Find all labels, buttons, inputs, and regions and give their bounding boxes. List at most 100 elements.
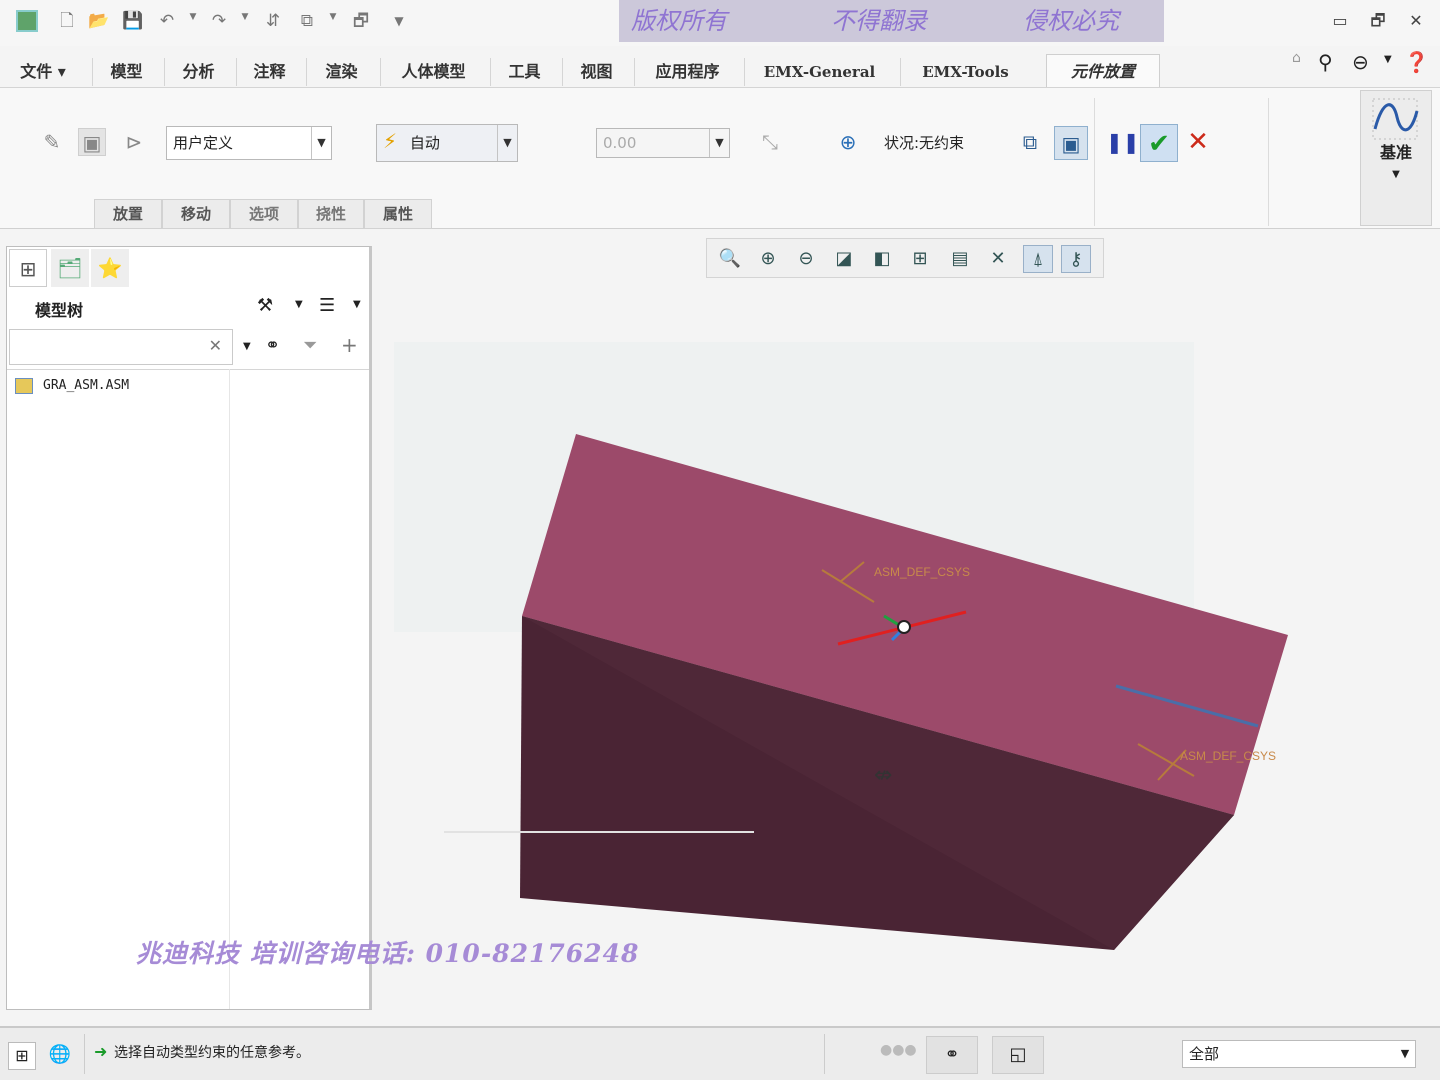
spin-center-icon[interactable]: ⚷ [1061, 245, 1091, 273]
tree-search-input[interactable]: ✕ [9, 329, 233, 365]
component-placement-ribbon: ✎ ▣ ⊳ 用户定义 ▼ ⚡ 自动 ▼ 0.00 ▼ ⤡ ⊕ 状况:无约束 ⧉ … [0, 87, 1440, 229]
watermark-text-2: 不得翻录 [831, 7, 927, 35]
divider [824, 1034, 825, 1074]
new-icon[interactable]: 🗋 [56, 10, 78, 32]
app-icon[interactable] [16, 10, 38, 32]
edit-definition-icon[interactable]: ✎ [38, 128, 66, 156]
connection-icon[interactable]: ⊳ [120, 128, 148, 156]
browser-icon[interactable]: 🌐 [46, 1042, 74, 1070]
favorites-tab-icon[interactable]: ⭐ [91, 249, 129, 287]
assembly-icon [15, 377, 33, 394]
undo-dropdown-icon[interactable]: ▼ [188, 12, 198, 22]
close-icon[interactable]: ✕ [1406, 10, 1426, 32]
settings-icon[interactable]: ⚒ [257, 295, 273, 316]
customize-icon[interactable]: ▼ [388, 10, 410, 32]
saved-orientations-icon[interactable]: ⊞ [905, 245, 935, 273]
community-icon[interactable]: ⊖ [1352, 50, 1369, 74]
graphics-window[interactable]: ASM_DEF_CSYS ASM_DEF_CSYS ⇎ [374, 280, 1440, 1020]
restore-icon[interactable]: 🗗 [1368, 10, 1388, 32]
constraint-set-select[interactable]: 用户定义 ▼ [166, 126, 332, 160]
tab-file[interactable]: 文件 ▾ [8, 58, 78, 86]
tab-component-placement[interactable]: 元件放置 [1046, 54, 1160, 88]
add-icon[interactable]: + [341, 333, 358, 357]
graphics-toolbar: 🔍 ⊕ ⊖ ◪ ◧ ⊞ ▤ ✕ ⍋ ⚷ [706, 238, 1104, 278]
tab-analysis[interactable]: 分析 [164, 58, 232, 86]
separate-window-icon[interactable]: ⧉ [1016, 128, 1044, 156]
divider [84, 1034, 85, 1074]
close-window-icon[interactable]: 🗗 [350, 10, 372, 32]
selection-window-icon[interactable]: ◱ [992, 1036, 1044, 1074]
move-button[interactable]: 移动 [162, 199, 230, 229]
clear-search-icon[interactable]: ✕ [209, 336, 222, 355]
windows-icon[interactable]: ⧉ [296, 10, 318, 32]
tab-tools[interactable]: 工具 [490, 58, 558, 86]
redo-dropdown-icon[interactable]: ▼ [240, 12, 250, 22]
ribbon-separator [1094, 98, 1095, 226]
assembly-window-icon[interactable]: ▣ [1054, 126, 1088, 160]
open-icon[interactable]: 📂 [88, 10, 110, 32]
model-tree-panel: ⊞ 🗂 ⭐ 模型树 ⚒ ▼ ☰ ▼ ✕ ▼ ⚭ ⏷ + GRA_ASM.ASM [6, 246, 372, 1010]
zoom-out-icon[interactable]: ⊖ [791, 245, 821, 273]
tree-item-root[interactable]: GRA_ASM.ASM [15, 375, 129, 397]
filter-icon[interactable]: ⏷ [303, 335, 317, 356]
tab-emx-general[interactable]: EMX-General [744, 58, 894, 86]
status-target-icon: ⊕ [839, 130, 857, 154]
regenerate-icon[interactable]: ⇵ [262, 10, 284, 32]
tab-annotate[interactable]: 注释 [236, 58, 302, 86]
collapse-ribbon-icon[interactable]: ⌂ [1292, 50, 1301, 66]
placement-button[interactable]: 放置 [94, 199, 162, 229]
tab-model[interactable]: 模型 [92, 58, 160, 86]
refit-icon[interactable]: 🔍 [715, 245, 745, 273]
redo-icon[interactable]: ↷ [208, 10, 230, 32]
tab-human-model[interactable]: 人体模型 [380, 58, 486, 86]
datum-display-icon[interactable]: ✕ [983, 245, 1013, 273]
toggle-navigator-icon[interactable]: ⊞ [8, 1042, 36, 1070]
flip-icon[interactable]: ⤡ [756, 128, 784, 156]
view-manager-icon[interactable]: ▤ [945, 245, 975, 273]
chevron-down-icon[interactable]: ▼ [243, 341, 251, 352]
model-tree-tab-icon[interactable]: ⊞ [9, 249, 47, 287]
constraint-type-select[interactable]: ⚡ 自动 ▼ [376, 124, 518, 162]
title-bar: 🗋 📂 💾 ↶ ▼ ↷ ▼ ⇵ ⧉ ▼ 🗗 ▼ 版权所有 不得翻录 侵权必究 ▭… [0, 0, 1440, 46]
binoculars-icon[interactable]: ⚭ [265, 335, 280, 356]
ribbon-tab-bar: 文件 ▾ 模型 分析 注释 渲染 人体模型 工具 视图 应用程序 EMX-Gen… [0, 46, 1440, 88]
chevron-down-icon: ▼ [1392, 169, 1400, 180]
offset-value-field[interactable]: 0.00 ▼ [596, 128, 730, 158]
chevron-down-icon: ▼ [1400, 1047, 1410, 1060]
ribbon-separator [1268, 98, 1269, 226]
search-icon[interactable]: ⚲ [1318, 50, 1333, 74]
display-style-icon[interactable]: ◧ [867, 245, 897, 273]
folder-browser-tab-icon[interactable]: 🗂 [51, 249, 89, 287]
placement-status: 状况:无约束 [884, 134, 965, 152]
watermark-text-1: 版权所有 [631, 7, 727, 35]
undo-icon[interactable]: ↶ [156, 10, 178, 32]
datum-button[interactable]: 基准 ▼ [1360, 90, 1432, 226]
flexibility-button[interactable]: 挠性 [298, 199, 364, 229]
tab-view[interactable]: 视图 [562, 58, 630, 86]
annotation-display-icon[interactable]: ⍋ [1023, 245, 1053, 273]
repaint-icon[interactable]: ◪ [829, 245, 859, 273]
model-tree-title: 模型树 [35, 301, 84, 320]
options-button[interactable]: 选项 [230, 199, 298, 229]
accept-icon[interactable]: ✔ [1140, 124, 1178, 162]
chevron-down-icon[interactable]: ▼ [353, 299, 361, 310]
zoom-in-icon[interactable]: ⊕ [753, 245, 783, 273]
community-dropdown-icon[interactable]: ▼ [1384, 54, 1392, 65]
find-icon[interactable]: ⚭ [926, 1036, 978, 1074]
minimize-icon[interactable]: ▭ [1330, 10, 1350, 32]
tab-emx-tools[interactable]: EMX-Tools [900, 58, 1030, 86]
tab-applications[interactable]: 应用程序 [634, 58, 740, 86]
windows-dropdown-icon[interactable]: ▼ [328, 12, 338, 22]
copy-constraint-icon[interactable]: ▣ [78, 128, 106, 156]
save-icon[interactable]: 💾 [122, 10, 144, 32]
selection-filter-select[interactable]: 全部 ▼ [1182, 1040, 1416, 1068]
cancel-icon[interactable]: ✕ [1184, 128, 1212, 156]
pause-icon[interactable]: ❚❚ [1106, 128, 1140, 156]
watermark-banner: 版权所有 不得翻录 侵权必究 [619, 0, 1164, 42]
csys-bottom-label: ASM_DEF_CSYS [1180, 749, 1276, 763]
chevron-down-icon[interactable]: ▼ [295, 299, 303, 310]
tab-render[interactable]: 渲染 [306, 58, 376, 86]
help-icon[interactable]: ❓ [1404, 50, 1429, 74]
properties-button[interactable]: 属性 [364, 199, 432, 229]
show-icon[interactable]: ☰ [319, 295, 335, 316]
